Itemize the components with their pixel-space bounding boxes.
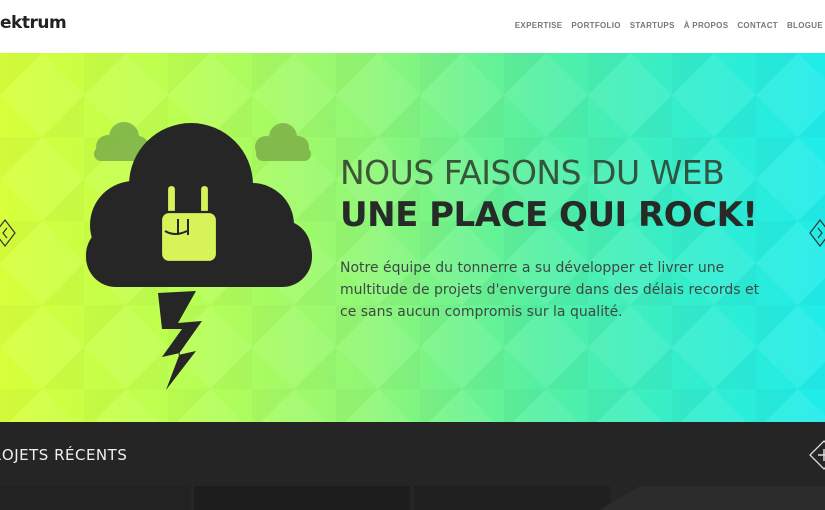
nav-startups[interactable]: STARTUPS — [630, 21, 675, 30]
hero-slider: NOUS FAISONS DU WEB UNE PLACE QUI ROCK! … — [0, 53, 825, 422]
nav-expertise[interactable]: EXPERTISE — [515, 21, 563, 30]
site-logo[interactable]: ektrum — [0, 13, 67, 33]
nav-a-propos[interactable]: À PROPOS — [684, 21, 729, 30]
chevron-right-icon[interactable] — [809, 219, 825, 247]
hero-title-line1: NOUS FAISONS DU WEB — [340, 153, 725, 192]
nav-portfolio[interactable]: PORTFOLIO — [571, 21, 620, 30]
hero-description: Notre équipe du tonnerre a su développer… — [340, 260, 760, 320]
nav-blogue[interactable]: BLOGUE — [787, 21, 823, 30]
rock-hand-cloud-icon — [86, 122, 312, 390]
lightning-bolt-icon — [158, 291, 202, 390]
plus-icon[interactable] — [809, 440, 825, 470]
recent-projects-section: ROJETS RÉCENTS — [0, 422, 825, 510]
site-header: ektrum EXPERTISE PORTFOLIO STARTUPS À PR… — [0, 0, 825, 53]
section-title: ROJETS RÉCENTS — [0, 446, 128, 464]
chevron-left-icon[interactable] — [0, 219, 16, 247]
nav-contact[interactable]: CONTACT — [737, 21, 778, 30]
hero-title-line2: UNE PLACE QUI ROCK! — [340, 195, 758, 235]
project-thumbnails — [0, 486, 825, 510]
main-nav: EXPERTISE PORTFOLIO STARTUPS À PROPOS CO… — [515, 21, 823, 30]
